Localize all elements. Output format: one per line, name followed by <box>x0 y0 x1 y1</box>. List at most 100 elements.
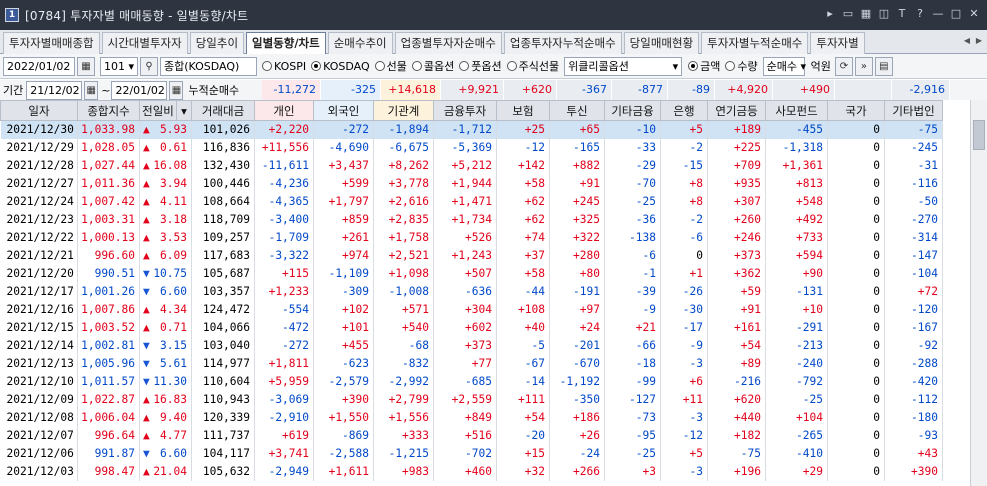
investor-value-cell: +362 <box>707 264 766 283</box>
investor-value-cell: -67 <box>496 354 550 373</box>
column-header-9[interactable]: 보험 <box>496 100 550 121</box>
maximize-icon[interactable]: □ <box>949 7 963 21</box>
investor-value-cell: -29 <box>604 156 661 175</box>
table-row[interactable]: 2021/12/06 991.87 ▼ 6.60 104,117 +3,741 -2,588… <box>0 444 943 463</box>
table-row[interactable]: 2021/12/10 1,011.57 ▼ 11.30 110,604 +5,959 -2,… <box>0 372 943 391</box>
tab-0[interactable]: 투자자별매매종합 <box>3 32 100 54</box>
table-row[interactable]: 2021/12/08 1,006.04 ▲ 9.40 120,339 -2,910 +1,5… <box>0 408 943 427</box>
table-row[interactable]: 2021/12/24 1,007.42 ▲ 4.11 108,664 -4,365 +1,7… <box>0 192 943 211</box>
column-header-15[interactable]: 국가 <box>827 100 885 121</box>
up-arrow-icon: ▲ <box>143 159 150 172</box>
calendar-to-icon[interactable]: ▦ <box>169 80 184 100</box>
investor-value-cell: +594 <box>765 246 828 265</box>
cumulative-cell: -11,272 <box>262 80 321 100</box>
table-row[interactable]: 2021/12/29 1,028.05 ▲ 0.61 116,836 +11,556 -4,… <box>0 138 943 157</box>
font-icon[interactable]: T <box>895 7 909 21</box>
table-row[interactable]: 2021/12/28 1,027.44 ▲ 16.08 132,430 -11,611 +3… <box>0 156 943 175</box>
table-row[interactable]: 2021/12/22 1,000.13 ▲ 3.53 109,257 -1,709 +261… <box>0 228 943 247</box>
date-input[interactable]: 2022/01/02 <box>3 56 75 76</box>
tab-6[interactable]: 업종투자자누적순매수 <box>503 32 622 54</box>
refresh-icon[interactable]: ⟳ <box>834 56 853 76</box>
period-from-input[interactable]: 21/12/02 <box>26 80 83 100</box>
market-radio-4[interactable]: 풋옵션 <box>459 58 502 74</box>
change-cell: ▲ 9.40 <box>139 408 192 427</box>
tab-4[interactable]: 순매수추이 <box>327 32 393 54</box>
table-row[interactable]: 2021/12/16 1,007.86 ▲ 4.34 124,472 -554 +102 +5… <box>0 300 943 319</box>
column-header-14[interactable]: 사모펀드 <box>765 100 828 121</box>
market-radio-1[interactable]: KOSDAQ <box>311 60 370 73</box>
tab-7[interactable]: 당일매매현황 <box>623 32 700 54</box>
search-icon[interactable]: ⚲ <box>140 56 158 76</box>
sort-dropdown-icon[interactable]: ▾ <box>176 100 192 121</box>
investor-value-cell: -73 <box>604 408 661 427</box>
column-header-7[interactable]: 기관계 <box>373 100 434 121</box>
table-row[interactable]: 2021/12/14 1,002.81 ▼ 3.15 103,040 -272 +455 -6… <box>0 336 943 355</box>
table-row[interactable]: 2021/12/21 996.60 ▲ 6.09 117,683 -3,322 +974 +2… <box>0 246 943 265</box>
layout-icon[interactable]: ◫ <box>877 7 891 21</box>
market-radio-2[interactable]: 선물 <box>374 58 407 74</box>
table-row[interactable]: 2021/12/17 1,001.26 ▼ 6.60 103,357 +1,233 -309… <box>0 282 943 301</box>
table-row[interactable]: 2021/12/07 996.64 ▲ 4.77 111,737 +619 -869 +333… <box>0 426 943 445</box>
app-icon[interactable]: 1 <box>5 8 19 22</box>
table-row[interactable]: 2021/12/27 1,011.36 ▲ 3.94 100,446 -4,236 +599… <box>0 174 943 193</box>
tab-3[interactable]: 일별동향/차트 <box>246 32 326 55</box>
market-radio-0[interactable]: KOSPI <box>262 60 306 73</box>
column-header-12[interactable]: 은행 <box>660 100 708 121</box>
change-value: 3.53 <box>160 231 187 244</box>
chart-icon[interactable]: ▤ <box>874 56 893 76</box>
weekly-option-select[interactable]: 위클리콜옵션 ▾ <box>564 56 683 76</box>
column-header-2[interactable]: 전일비 <box>139 100 177 121</box>
change-cell: ▲ 4.34 <box>139 300 192 319</box>
grid-icon[interactable]: ▦ <box>859 7 873 21</box>
table-row[interactable]: 2021/12/13 1,005.96 ▼ 5.61 114,977 +1,811 -623… <box>0 354 943 373</box>
column-header-0[interactable]: 일자 <box>0 100 78 121</box>
date-cell: 2021/12/08 <box>0 408 78 427</box>
column-header-1[interactable]: 종합지수 <box>77 100 140 121</box>
calendar-icon[interactable]: ▦ <box>77 56 95 76</box>
up-arrow-icon: ▲ <box>143 321 150 334</box>
market-radio-5[interactable]: 주식선물 <box>506 58 559 74</box>
vertical-scrollbar[interactable] <box>970 100 987 486</box>
unit-radio-0[interactable]: 금액 <box>688 58 720 74</box>
tab-9[interactable]: 투자자별 <box>810 32 865 54</box>
screen-icon[interactable]: ▭ <box>841 7 855 21</box>
tab-8[interactable]: 투자자별누적순매수 <box>701 32 809 54</box>
tab-next-icon[interactable]: ▶ <box>973 32 985 50</box>
unit-radio-1[interactable]: 수량 <box>725 58 758 74</box>
scroll-thumb[interactable] <box>973 120 985 150</box>
minimize-icon[interactable]: — <box>931 7 945 21</box>
table-row[interactable]: 2021/12/09 1,022.87 ▲ 16.83 110,943 -3,069 +39… <box>0 390 943 409</box>
date-cell: 2021/12/28 <box>0 156 78 175</box>
next-page-icon[interactable]: » <box>854 56 873 76</box>
table-row[interactable]: 2021/12/15 1,003.52 ▲ 0.71 104,066 -472 +101 +5… <box>0 318 943 337</box>
column-header-10[interactable]: 투신 <box>549 100 605 121</box>
up-arrow-icon: ▲ <box>143 429 150 442</box>
mode-select[interactable]: 순매수 ▾ <box>762 56 806 76</box>
calendar-from-icon[interactable]: ▦ <box>84 80 99 100</box>
column-header-6[interactable]: 외국인 <box>313 100 374 121</box>
table-row[interactable]: 2021/12/03 998.47 ▲ 21.04 105,632 -2,949 +1,61… <box>0 462 943 481</box>
tab-1[interactable]: 시간대별투자자 <box>101 32 188 54</box>
column-header-13[interactable]: 연기금등 <box>707 100 766 121</box>
investor-value-cell: -6 <box>604 246 661 265</box>
help-icon[interactable]: ? <box>913 7 927 21</box>
tab-2[interactable]: 당일추이 <box>189 32 245 54</box>
period-to-input[interactable]: 22/01/02 <box>111 80 168 100</box>
table-row[interactable]: 2021/12/20 990.51 ▼ 10.75 105,687 +115 -1,109 +… <box>0 264 943 283</box>
investor-value-cell: -3 <box>660 408 708 427</box>
investor-value-cell: +526 <box>433 228 497 247</box>
table-row[interactable]: 2021/12/23 1,003.31 ▲ 3.18 118,709 -3,400 +859… <box>0 210 943 229</box>
column-header-16[interactable]: 기타법인 <box>884 100 943 121</box>
close-icon[interactable]: ✕ <box>967 7 981 21</box>
table-row[interactable]: 2021/12/30 1,033.98 ▲ 5.93 101,026 +2,220 -272… <box>0 120 943 139</box>
column-header-8[interactable]: 금융투자 <box>433 100 497 121</box>
column-header-4[interactable]: 거래대금 <box>191 100 255 121</box>
dropdown-arrow-icon[interactable]: ▸ <box>823 7 837 21</box>
column-header-11[interactable]: 기타금융 <box>604 100 661 121</box>
tab-prev-icon[interactable]: ◀ <box>961 32 973 50</box>
market-radio-3[interactable]: 콜옵션 <box>411 58 454 74</box>
column-header-5[interactable]: 개인 <box>254 100 314 121</box>
tab-5[interactable]: 업종별투자자순매수 <box>394 32 502 54</box>
investor-value-cell: +571 <box>373 300 434 319</box>
market-code-select[interactable]: 101 ▾ <box>100 56 138 76</box>
